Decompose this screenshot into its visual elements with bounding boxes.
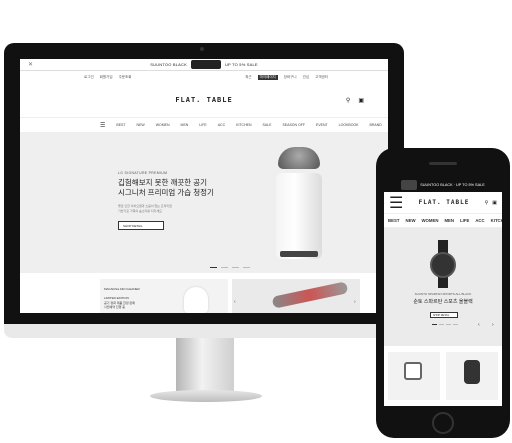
hero-subtitle: SUUNTO SPARTAN SPORTS ALL BLACK <box>414 292 472 296</box>
hero-subtitle: LG SIGNATURE PREMIUM <box>118 171 168 175</box>
search-icon[interactable]: ⚲ <box>485 200 489 206</box>
search-icon[interactable]: ⚲ <box>346 97 350 104</box>
monitor-chin <box>4 324 404 338</box>
utility-right: 최근 마이페이지 장바구니 관심 고객센터 <box>245 74 328 80</box>
shop-detail-button[interactable]: SHOP DETAIL <box>430 312 458 318</box>
bag-icon[interactable]: ▣ <box>492 200 497 206</box>
nav-item[interactable]: MEN <box>444 218 454 223</box>
utility-link[interactable]: 마이페이지 <box>257 74 278 80</box>
logo[interactable]: FLAT. TABLE <box>419 199 470 206</box>
hero-title: 깁험해보지 못한 깨끗한 공기 시그니처 프리미엄 가습 청정기 <box>118 178 214 197</box>
promo-banner[interactable]: SUUNTOO BLACK · UP TO 5% SALE <box>384 178 502 192</box>
kettle-image <box>404 362 422 380</box>
product-cards: MAGNUSA AIR CLEANER LIMITED EDITION 공기 정… <box>20 273 388 313</box>
menu-icon[interactable]: ☰ <box>100 122 105 129</box>
utility-link[interactable]: 회원가입 <box>100 75 113 80</box>
nav-item[interactable]: KITCHEN <box>491 218 502 223</box>
hero-title: 순토 스파르탄 스포츠 올블랙 <box>413 299 473 305</box>
vacuum-image <box>271 281 349 309</box>
promo-banner[interactable]: ✕ SUUNTOO BLACK UP TO 5% SALE <box>20 59 388 71</box>
nav-item[interactable]: KITCHEN <box>236 123 251 127</box>
utility-link[interactable]: 로그인 <box>84 75 94 80</box>
speaker <box>429 162 457 165</box>
watch-image <box>428 240 458 288</box>
desktop-monitor: ✕ SUUNTOO BLACK UP TO 5% SALE 로그인 회원가입 주문조… <box>4 43 404 337</box>
utility-bar: 로그인 회원가입 주문조회 최근 마이페이지 장바구니 관심 고객센터 <box>20 71 388 83</box>
card-text: MAGNUSA AIR CLEANER LIMITED EDITION 공기 정… <box>104 287 140 309</box>
product-card[interactable]: MAGNUSA AIR CLEANER LIMITED EDITION 공기 정… <box>100 279 228 313</box>
device-mockup: ✕ SUUNTOO BLACK UP TO 5% SALE 로그인 회원가입 주문조… <box>0 0 512 443</box>
nav-item[interactable]: LOOKBOOK <box>339 123 359 127</box>
camera <box>200 47 204 51</box>
utility-link[interactable]: 고객센터 <box>315 75 328 80</box>
hero-banner: SUUNTO SPARTAN SPORTS ALL BLACK 순토 스파르탄 … <box>384 228 502 346</box>
carousel-dots[interactable] <box>210 267 250 268</box>
bag-icon[interactable]: ▣ <box>358 97 364 104</box>
chevron-left-icon[interactable]: ‹ <box>478 322 480 328</box>
nav-item[interactable]: ACC <box>218 123 225 127</box>
mobile-phone: SUUNTOO BLACK · UP TO 5% SALE ☰ FLAT. TA… <box>376 148 510 438</box>
nav-item[interactable]: LIFE <box>199 123 206 127</box>
utility-link[interactable]: 주문조회 <box>119 75 132 80</box>
promo-text-right: UP TO 5% SALE <box>224 62 258 67</box>
home-button[interactable] <box>432 412 454 434</box>
monitor-stand <box>176 338 234 394</box>
utility-left: 로그인 회원가입 주문조회 <box>84 75 131 80</box>
monitor-base <box>150 390 262 402</box>
nav-item[interactable]: NEW <box>137 123 145 127</box>
nav-item[interactable]: WOMEN <box>156 123 170 127</box>
utility-link[interactable]: 최근 <box>245 75 251 80</box>
mobile-screen: SUUNTOO BLACK · UP TO 5% SALE ☰ FLAT. TA… <box>384 178 502 406</box>
promo-text: SUUNTOO BLACK · UP TO 5% SALE <box>420 183 485 187</box>
close-icon[interactable]: ✕ <box>28 61 33 68</box>
air-purifier-image <box>274 147 324 259</box>
product-grid <box>384 346 502 406</box>
product-card[interactable] <box>388 352 440 400</box>
product-image <box>184 287 208 313</box>
watch-image <box>464 360 480 384</box>
header: ☰ FLAT. TABLE ⚲ ▣ <box>384 192 502 214</box>
nav-item[interactable]: ACC <box>475 218 484 223</box>
promo-text-left: SUUNTOO BLACK <box>150 62 187 67</box>
product-card[interactable] <box>446 352 498 400</box>
chevron-right-icon[interactable]: › <box>492 322 494 328</box>
carousel-dots[interactable] <box>432 324 458 325</box>
hero-banner: LG SIGNATURE PREMIUM 깁험해보지 못한 깨끗한 공기 시그니… <box>20 133 388 273</box>
main-nav: BEST NEW WOMEN MEN LIFE ACC KITCHEN <box>384 214 502 228</box>
nav-item[interactable]: WOMEN <box>422 218 439 223</box>
watch-image <box>190 60 221 69</box>
nav-item[interactable]: BRAND <box>370 123 382 127</box>
product-card[interactable] <box>232 279 360 313</box>
watch-image <box>401 180 418 190</box>
nav-item[interactable]: MEN <box>181 123 189 127</box>
chevron-right-icon[interactable]: › <box>354 299 356 305</box>
hero-body: 물로 인한 이차오염과 소음이 없는 프리미엄 가습기로 가족의 숨소리를 지키… <box>118 204 172 213</box>
nav-item[interactable]: SALE <box>262 123 271 127</box>
menu-icon[interactable]: ☰ <box>389 193 403 213</box>
nav-item[interactable]: BEST <box>116 123 125 127</box>
chevron-left-icon[interactable]: ‹ <box>234 299 236 305</box>
header: FLAT. TABLE ⚲ ▣ <box>20 83 388 117</box>
utility-link[interactable]: 관심 <box>303 75 309 80</box>
logo[interactable]: FLAT. TABLE <box>175 96 232 104</box>
utility-link[interactable]: 장바구니 <box>284 75 297 80</box>
desktop-screen: ✕ SUUNTOO BLACK UP TO 5% SALE 로그인 회원가입 주문조… <box>20 59 388 313</box>
nav-item[interactable]: BEST <box>388 218 399 223</box>
shop-detail-button[interactable]: SHOP DETAIL <box>118 221 164 230</box>
nav-item[interactable]: NEW <box>405 218 415 223</box>
nav-item[interactable]: EVENT <box>316 123 328 127</box>
nav-item[interactable]: SEASON OFF <box>282 123 305 127</box>
main-nav: ☰ BEST NEW WOMEN MEN LIFE ACC KITCHEN SALE SEASO… <box>20 117 388 133</box>
nav-item[interactable]: LIFE <box>460 218 469 223</box>
